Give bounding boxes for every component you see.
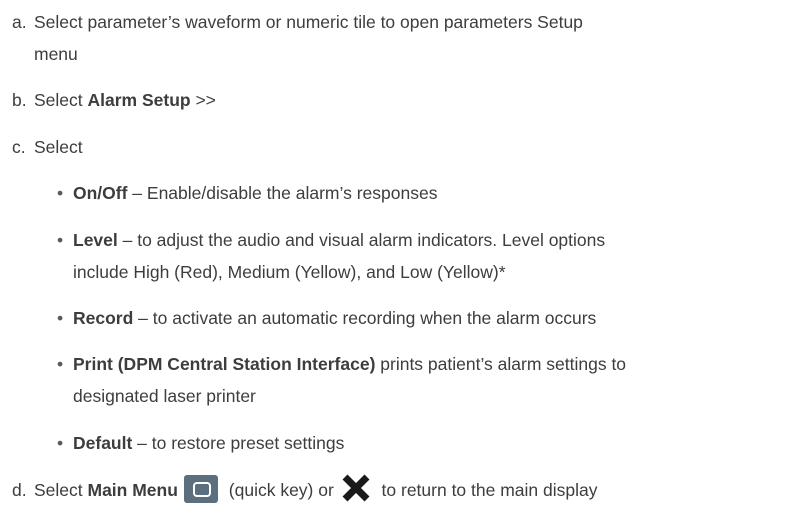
bullet-on-off-label: On/Off — [73, 183, 128, 203]
step-d: d. Select Main Menu (quick key) or to ret… — [12, 474, 782, 506]
bullet-print-continuation: designated laser printer — [73, 380, 256, 412]
alarm-setup-label: Alarm Setup — [87, 90, 191, 110]
bullet-default: • Default – to restore preset settings — [57, 427, 782, 459]
bullet-dot: • — [57, 354, 64, 374]
bullet-print-text: prints patient’s alarm settings to — [375, 354, 627, 374]
step-a-text-line2: menu — [34, 44, 78, 64]
bullet-level-label: Level — [73, 230, 118, 250]
bullet-on-off: • On/Off – Enable/disable the alarm’s res… — [57, 177, 782, 209]
step-d-middle: (quick key) or — [223, 480, 339, 500]
bullet-record-label: Record — [73, 308, 134, 328]
step-c: c. Select — [12, 131, 782, 163]
bullet-on-off-text: – Enable/disable the alarm’s responses — [127, 183, 438, 203]
step-b-suffix: >> — [190, 90, 216, 110]
step-a-text-line1: Select parameter’s waveform or numeric t… — [34, 12, 583, 32]
bullet-default-label: Default — [73, 433, 133, 453]
step-c-text: Select — [34, 137, 83, 157]
bullet-level: • Level – to adjust the audio and visual … — [57, 224, 782, 256]
step-a-marker: a. — [12, 12, 27, 32]
bullet-print-label: Print (DPM Central Station Interface) — [73, 354, 376, 374]
bullet-dot: • — [57, 230, 64, 250]
bullet-record: • Record – to activate an automatic recor… — [57, 302, 782, 334]
bullet-print: • Print (DPM Central Station Interface) p… — [57, 348, 782, 380]
bullet-default-text: – to restore preset settings — [132, 433, 345, 453]
step-a: a. Select parameter’s waveform or numeric… — [12, 6, 782, 38]
step-b-prefix: Select — [34, 90, 88, 110]
step-c-marker: c. — [12, 137, 26, 157]
step-d-suffix: to return to the main display — [376, 480, 598, 500]
step-d-prefix: Select — [34, 480, 88, 500]
step-a-continuation: menu — [34, 38, 78, 70]
instruction-document: a. Select parameter’s waveform or numeric… — [0, 0, 790, 519]
bullet-dot: • — [57, 183, 64, 203]
bullet-level-text: – to adjust the audio and visual alarm i… — [117, 230, 606, 250]
bullet-level-continuation: include High (Red), Medium (Yellow), and… — [73, 256, 506, 288]
main-menu-label: Main Menu — [87, 480, 178, 500]
step-d-marker: d. — [12, 480, 27, 500]
bullet-dot: • — [57, 308, 64, 328]
main-menu-quick-key-icon — [183, 475, 218, 504]
bullet-print-text-line2: designated laser printer — [73, 386, 256, 406]
bullet-record-text: – to activate an automatic recording whe… — [133, 308, 597, 328]
bullet-dot: • — [57, 433, 64, 453]
step-b-marker: b. — [12, 90, 27, 110]
step-b: b. Select Alarm Setup >> — [12, 84, 782, 116]
close-x-icon — [342, 474, 370, 502]
bullet-level-text-line2: include High (Red), Medium (Yellow), and… — [73, 262, 506, 282]
